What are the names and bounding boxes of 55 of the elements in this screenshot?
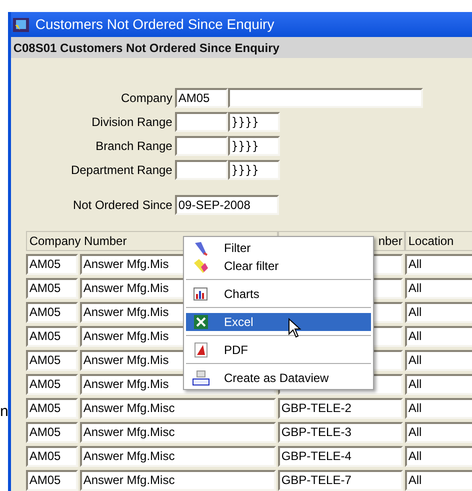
input-field[interactable]	[175, 112, 228, 132]
table-cell: All	[405, 278, 472, 299]
table-cell: Answer Mfg.Misc	[80, 470, 276, 491]
table-cell: GBP-TELE-2	[278, 398, 404, 419]
database-view-icon	[192, 370, 210, 386]
cut-off-text: n	[0, 404, 8, 419]
table-cell: Answer Mfg.Misc	[80, 422, 276, 443]
table-cell: All	[405, 350, 472, 371]
table-cell: AM05	[26, 350, 78, 371]
table-cell: AM05	[26, 302, 78, 323]
table-cell: AM05	[26, 470, 78, 491]
table-cell: All	[405, 398, 472, 419]
field-label: Department Range	[70, 162, 172, 179]
app-icon	[13, 18, 30, 32]
bar-chart-icon	[193, 286, 209, 302]
field-label: Company	[120, 90, 172, 107]
document-icon	[193, 342, 209, 358]
table-cell: AM05	[26, 398, 78, 419]
eraser-icon	[193, 258, 209, 274]
table-cell: All	[405, 470, 472, 491]
table-cell: Answer Mfg.Misc	[80, 398, 276, 419]
table-cell: GBP-TELE-4	[278, 446, 404, 467]
table-cell: AM05	[26, 422, 78, 443]
table-cell: All	[405, 422, 472, 443]
window-title: Customers Not Ordered Since Enquiry	[35, 15, 274, 34]
table-cell: GBP-TELE-7	[278, 470, 404, 491]
input-field[interactable]	[175, 136, 228, 156]
table-cell: AM05	[26, 326, 78, 347]
table-cell: AM05	[26, 278, 78, 299]
table-cell: All	[405, 374, 472, 395]
input-field[interactable]: }}}}	[228, 136, 280, 156]
spreadsheet-icon	[193, 314, 209, 330]
column-header[interactable]: Location	[405, 231, 472, 251]
input-field[interactable]	[175, 160, 228, 180]
table-cell: AM05	[26, 374, 78, 395]
table-cell: GBP-TELE-3	[278, 422, 404, 443]
input-field[interactable]: }}}}	[228, 112, 280, 132]
field-label: Division Range	[92, 114, 172, 131]
table-cell: Answer Mfg.Misc	[80, 446, 276, 467]
field-label: Not Ordered Since	[72, 197, 172, 214]
table-cell: All	[405, 326, 472, 347]
table-cell: All	[405, 446, 472, 467]
table-cell: All	[405, 254, 472, 275]
flashlight-icon	[193, 240, 209, 256]
table-cell: AM05	[26, 254, 78, 275]
input-field[interactable]: }}}}	[228, 160, 280, 180]
mouse-pointer-icon	[288, 318, 302, 339]
field-label: Branch Range	[96, 138, 172, 155]
input-field[interactable]: AM05	[175, 88, 228, 108]
form-title: C08S01 Customers Not Ordered Since Enquiry	[13, 40, 280, 56]
menu-item[interactable]: Excel	[186, 313, 371, 331]
input-field[interactable]: 09-SEP-2008	[175, 195, 280, 215]
table-cell: All	[405, 302, 472, 323]
input-field[interactable]	[228, 88, 424, 108]
table-cell: AM05	[26, 446, 78, 467]
